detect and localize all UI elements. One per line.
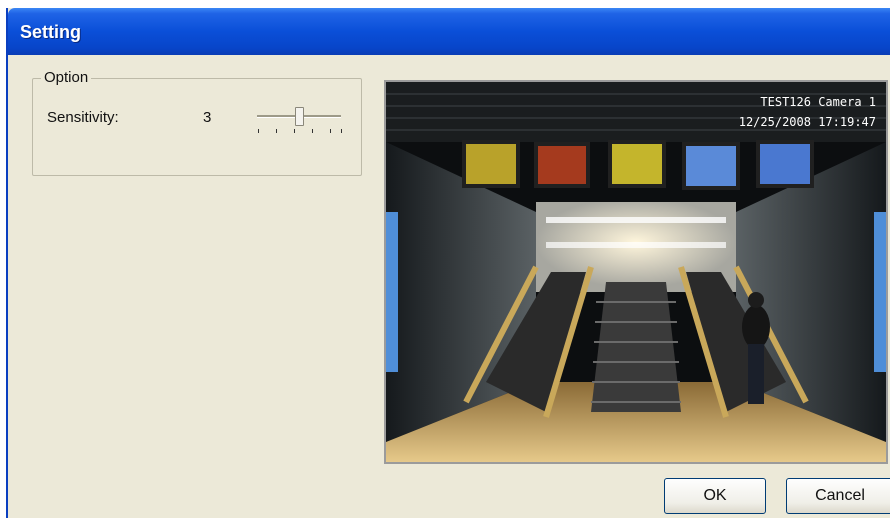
option-groupbox: Option Sensitivity: 3 [32,69,362,176]
slider-tick [330,129,331,133]
sensitivity-label: Sensitivity: [47,109,119,126]
slider-ticks [258,129,342,134]
window-title: Setting [20,22,81,42]
slider-tick [341,129,342,133]
option-legend: Option [41,69,92,86]
ok-button[interactable]: OK [664,478,766,514]
slider-tick [258,129,259,133]
camera-overlay: TEST126 Camera 1 12/25/2008 17:19:47 [739,92,876,132]
cancel-button[interactable]: Cancel [786,478,890,514]
station-escalator-image [386,82,886,462]
slider-tick [294,129,295,133]
title-bar[interactable]: Setting [8,8,890,55]
slider-tick [276,129,277,133]
overlay-camera-name: TEST126 Camera 1 [760,95,876,109]
overlay-timestamp: 12/25/2008 17:19:47 [738,115,876,129]
slider-thumb[interactable] [295,107,304,126]
sensitivity-value: 3 [203,109,212,126]
camera-preview: TEST126 Camera 1 12/25/2008 17:19:47 [384,80,888,464]
slider-tick [312,129,313,133]
sensitivity-slider[interactable] [255,107,345,135]
settings-dialog: Setting Option Sensitivity: 3 TEST126 Ca… [6,8,890,518]
